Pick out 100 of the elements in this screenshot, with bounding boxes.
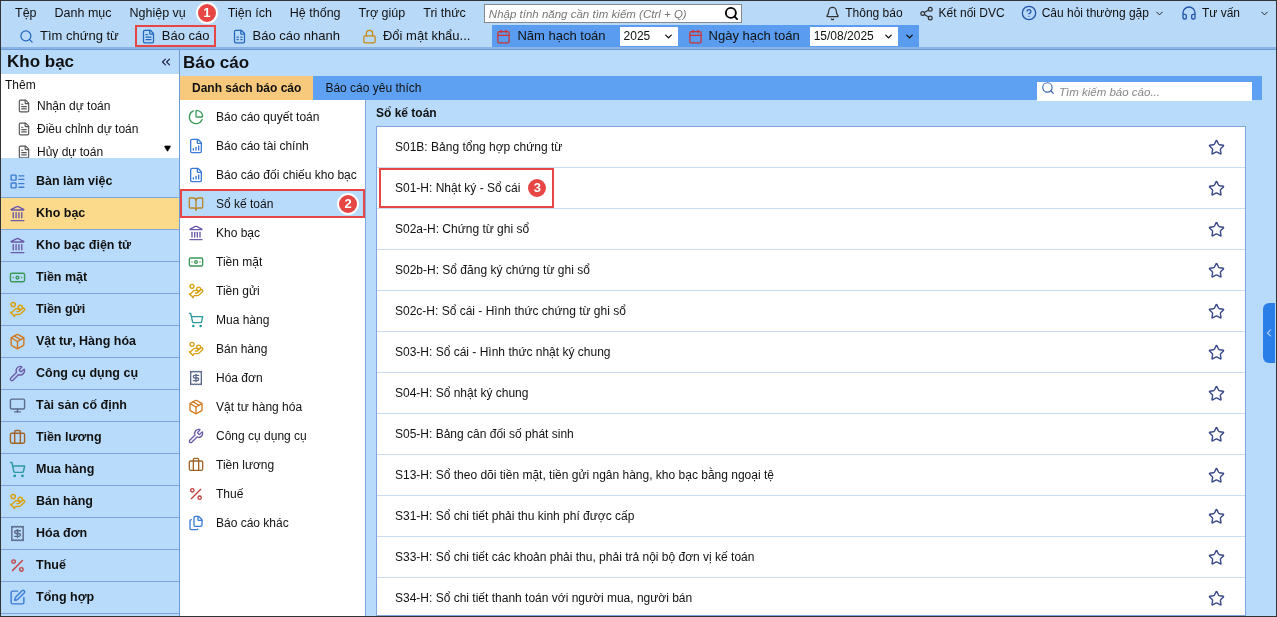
receipt-icon	[9, 525, 26, 542]
report-link[interactable]: S02b-H: Sổ đăng ký chứng từ ghi sổ	[379, 261, 606, 279]
star-icon[interactable]	[1208, 425, 1225, 443]
document-icon	[231, 28, 247, 44]
menu-link[interactable]: Tư vấn	[1180, 4, 1270, 22]
share-icon	[918, 5, 934, 21]
star-icon[interactable]	[1208, 261, 1225, 279]
menu-item[interactable]: Tiện ích	[227, 3, 272, 23]
year-dropdown[interactable]: 2025	[619, 26, 678, 46]
collapse-icon[interactable]	[159, 55, 173, 69]
star-icon[interactable]	[1208, 138, 1225, 156]
star-icon[interactable]	[1208, 302, 1225, 320]
side-panel-toggle[interactable]	[1263, 303, 1275, 363]
report-row[interactable]: S34-H: Sổ chi tiết thanh toán với người mua, người bán	[377, 578, 1245, 615]
report-link[interactable]: S31-H: Sổ chi tiết phải thu kinh phí được cấp	[379, 507, 651, 525]
cart-icon	[188, 311, 204, 328]
star-icon[interactable]	[1208, 589, 1225, 607]
toolbar-button[interactable]: Báo cáo nhanh	[227, 27, 344, 45]
report-row[interactable]: S31-H: Sổ chi tiết phải thu kinh phí được cấp	[377, 496, 1245, 537]
help-icon	[1020, 5, 1037, 21]
report-link[interactable]: S02a-H: Chứng từ ghi sổ	[379, 220, 546, 238]
monitor-icon	[9, 397, 26, 414]
star-icon[interactable]	[1208, 548, 1225, 566]
report-row[interactable]: S02b-H: Sổ đăng ký chứng từ ghi sổ	[377, 250, 1245, 291]
cart-icon	[9, 461, 26, 478]
report-row[interactable]: S05-H: Bảng cân đối số phát sinh	[377, 414, 1245, 455]
report-link[interactable]: S03-H: Sổ cái - Hình thức nhật ký chung	[379, 343, 627, 361]
date-dropdown[interactable]: 15/08/2025	[809, 26, 898, 46]
percent-icon	[9, 557, 26, 574]
menu-item[interactable]: Danh mục	[54, 3, 112, 23]
scroll-down-icon[interactable]	[164, 145, 171, 152]
calendar-icon	[496, 28, 512, 44]
pie-chart-icon	[188, 108, 204, 125]
report-row[interactable]: S33-H: Sổ chi tiết các khoản phải thu, phải trả nội bộ đơn vị kế toán	[377, 537, 1245, 578]
search-field[interactable]: Tìm kiếm báo cáo...	[1037, 82, 1252, 101]
shortcut-item[interactable]: Nhận dự toán	[1, 94, 179, 117]
report-link[interactable]: S01B: Bảng tổng hợp chứng từ	[379, 138, 579, 156]
step-badge: 1	[195, 2, 218, 24]
section-label: Thêm	[4, 77, 37, 94]
report-link[interactable]: S13-H: Sổ theo dõi tiền mặt, tiền gửi ngân hàng, kho bạc bằng ngoại tệ	[379, 466, 790, 484]
coin-hand-icon	[188, 282, 204, 299]
step-badge: 2	[337, 192, 359, 215]
box-icon	[188, 398, 204, 415]
nav-item[interactable]: Kho bạc	[1, 198, 179, 230]
search-field[interactable]: Nhập tính năng cần tìm kiếm (Ctrl + Q)	[483, 4, 742, 23]
bank-icon	[9, 205, 26, 222]
coin-hand-icon	[188, 340, 204, 357]
report-link[interactable]: S02c-H: Sổ cái - Hình thức chứng từ ghi sổ	[379, 302, 642, 320]
menu-link[interactable]: Thông báo	[825, 4, 903, 22]
star-icon[interactable]	[1208, 343, 1225, 361]
book-icon	[188, 195, 204, 212]
menu-item[interactable]: Trợ giúp	[358, 3, 406, 23]
year-label: Năm hạch toán	[517, 27, 606, 46]
toolbar-button[interactable]: Báo cáo	[136, 27, 214, 45]
report-row[interactable]: S02a-H: Chứng từ ghi sổ	[377, 209, 1245, 250]
toolbar-button[interactable]: Tìm chứng từ	[15, 27, 123, 45]
report-row[interactable]: S03-H: Sổ cái - Hình thức nhật ký chung	[377, 332, 1245, 373]
report-link[interactable]: S04-H: Sổ nhật ký chung	[379, 384, 545, 402]
shortcut-item[interactable]: Hủy dự toán	[1, 140, 179, 158]
report-row[interactable]: S13-H: Sổ theo dõi tiền mặt, tiền gửi ngân hàng, kho bạc bằng ngoại tệ	[377, 455, 1245, 496]
report-row[interactable]: S01B: Bảng tổng hợp chứng từ	[377, 127, 1245, 168]
document-icon	[140, 28, 156, 44]
search-icon	[1041, 80, 1055, 95]
report-row[interactable]: S04-H: Sổ nhật ký chung	[377, 373, 1245, 414]
section-title: Sổ kế toán	[376, 105, 437, 122]
document-icon	[17, 144, 31, 158]
coin-hand-icon	[9, 301, 26, 318]
bank-icon	[9, 237, 26, 254]
briefcase-icon	[9, 429, 26, 446]
menu-link[interactable]: Câu hỏi thường gặp	[1020, 4, 1165, 22]
report-link[interactable]: S34-H: Sổ chi tiết thanh toán với người mua, người bán	[379, 589, 709, 607]
toolbar-button[interactable]: Đổi mật khẩu...	[358, 27, 475, 45]
report-link[interactable]: S05-H: Bảng cân đối số phát sinh	[379, 425, 590, 443]
tab[interactable]: Báo cáo yêu thích	[313, 76, 434, 100]
report-link[interactable]: S01-H: Nhật ký - Sổ cái	[395, 179, 521, 197]
receipt-icon	[188, 369, 204, 386]
percent-icon	[188, 485, 204, 502]
menu-link[interactable]: Kết nối DVC	[918, 4, 1005, 22]
tab[interactable]: Danh sách báo cáo	[180, 76, 314, 100]
report-row[interactable]: S01-H: Nhật ký - Sổ cái 3	[377, 168, 1245, 209]
shortcut-item[interactable]: Điều chỉnh dự toán	[1, 117, 179, 140]
briefcase-icon	[188, 456, 204, 473]
report-icon	[188, 137, 204, 154]
report-row[interactable]: S02c-H: Sổ cái - Hình thức chứng từ ghi sổ	[377, 291, 1245, 332]
search-icon	[723, 5, 739, 21]
report-link[interactable]: S33-H: Sổ chi tiết các khoản phải thu, phải trả nội bộ đơn vị kế toán	[379, 548, 771, 566]
menu-item[interactable]: Nghiệp vụ	[129, 3, 186, 23]
star-icon[interactable]	[1208, 220, 1225, 238]
star-icon[interactable]	[1208, 179, 1225, 197]
page-title: Báo cáo	[183, 52, 250, 75]
star-icon[interactable]	[1208, 384, 1225, 402]
star-icon[interactable]	[1208, 507, 1225, 525]
star-icon[interactable]	[1208, 466, 1225, 484]
menu-item[interactable]: Tệp	[15, 3, 37, 23]
bank-icon	[188, 224, 204, 241]
bell-icon	[825, 5, 841, 21]
step-badge: 3	[526, 177, 549, 199]
document-icon	[17, 121, 31, 136]
menu-item[interactable]: Hệ thống	[289, 3, 341, 23]
menu-item[interactable]: Tri thức	[423, 3, 466, 23]
